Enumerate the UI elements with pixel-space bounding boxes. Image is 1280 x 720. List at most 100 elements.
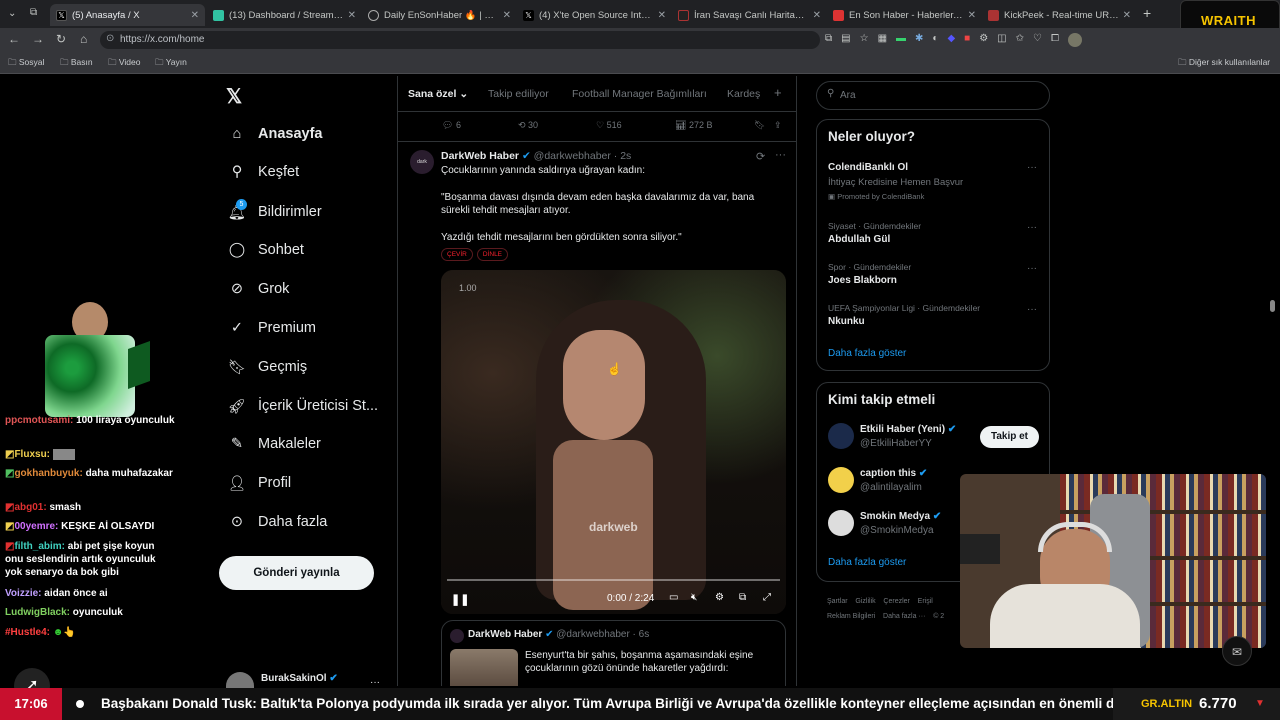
tab-kardes[interactable]: Kardeş bbox=[727, 88, 760, 100]
reload-icon[interactable]: ↻ bbox=[56, 32, 66, 46]
workspaces-icon[interactable]: ⧉ bbox=[30, 7, 37, 18]
account-menu-icon[interactable]: ··· bbox=[370, 677, 380, 688]
author-handle[interactable]: @darkwebhaber · 2s bbox=[534, 150, 632, 162]
repost-button[interactable]: ⟲ 30 bbox=[518, 120, 538, 131]
more-icon[interactable]: ··· bbox=[1027, 162, 1037, 173]
nav-articles[interactable]: ✎ Makaleler bbox=[228, 429, 321, 459]
author-avatar[interactable]: dark bbox=[410, 150, 434, 174]
trends-show-more[interactable]: Daha fazla göster bbox=[828, 348, 906, 359]
grid-extension-icon[interactable]: ▦ bbox=[878, 33, 887, 47]
captions-icon[interactable]: ▭ bbox=[669, 592, 678, 603]
nav-explore[interactable]: ⚲ Keşfet bbox=[228, 157, 299, 187]
follow-button[interactable]: Takip et bbox=[980, 426, 1039, 448]
reply-button[interactable]: 💬︎ 6 bbox=[442, 120, 461, 131]
x-logo-icon[interactable]: 𝕏 bbox=[226, 84, 242, 109]
follow-name[interactable]: Etkili Haber (Yeni) ✔ bbox=[860, 424, 956, 435]
follow-avatar[interactable] bbox=[828, 467, 854, 493]
bookmark-folder-sosyal[interactable]: 🗀 Sosyal bbox=[8, 57, 44, 71]
tab-osint[interactable]: 𝕏(4) X'te Open Source Intel: "A Sy✕ bbox=[517, 4, 672, 26]
trend-item[interactable]: Abdullah Gül bbox=[828, 234, 890, 245]
back-icon[interactable]: ← bbox=[8, 32, 20, 46]
site-info-icon[interactable]: ⊙ bbox=[106, 33, 114, 44]
translate-tag[interactable]: ÇEVİR bbox=[441, 248, 473, 261]
video-progress-track[interactable] bbox=[447, 579, 780, 581]
performance-icon[interactable]: ♡ bbox=[1033, 33, 1042, 47]
tab-streamlabs[interactable]: (13) Dashboard / Streamlabs ✕ bbox=[207, 4, 362, 26]
green-extension-icon[interactable]: ▬ bbox=[896, 33, 906, 47]
more-icon[interactable]: ··· bbox=[1027, 263, 1037, 274]
pause-icon[interactable]: ❚❚ bbox=[451, 593, 469, 606]
new-tab-icon[interactable]: + bbox=[1143, 5, 1151, 21]
nav-more[interactable]: ⊙ Daha fazla bbox=[228, 507, 327, 537]
more-icon[interactable]: ··· bbox=[1027, 222, 1037, 233]
listen-tag[interactable]: DİNLE bbox=[476, 248, 509, 261]
pip-icon[interactable]: ⧉ bbox=[739, 592, 746, 603]
tab-for-you[interactable]: Sana özel ⌄ bbox=[408, 88, 468, 100]
translate-icon[interactable]: ⧉ bbox=[825, 33, 832, 47]
page-scrollbar[interactable] bbox=[1270, 300, 1275, 312]
tab-menu-icon[interactable]: ⌄ bbox=[8, 8, 16, 19]
close-icon[interactable]: ✕ bbox=[1123, 10, 1131, 21]
extension-icon[interactable]: ■ bbox=[964, 33, 970, 47]
close-icon[interactable]: ✕ bbox=[813, 10, 821, 21]
extension-icon[interactable]: ◆ bbox=[947, 33, 955, 47]
follow-name[interactable]: caption this ✔ bbox=[860, 468, 927, 479]
more-icon[interactable]: ··· bbox=[1027, 304, 1037, 315]
trend-item[interactable]: Joes Blakborn bbox=[828, 275, 897, 286]
views-button[interactable]: 📊︎ 272 B bbox=[675, 120, 712, 131]
url-field[interactable]: ⊙ https://x.com/home bbox=[100, 31, 820, 49]
post-button[interactable]: Gönderi yayınla bbox=[219, 556, 374, 590]
author-name[interactable]: DarkWeb Haber bbox=[441, 150, 519, 162]
tab-football-manager[interactable]: Football Manager Bağımlıları bbox=[572, 88, 707, 100]
reader-icon[interactable]: ▤ bbox=[841, 33, 850, 47]
close-icon[interactable]: ✕ bbox=[968, 10, 976, 21]
nav-bookmarks[interactable]: 🔖︎ Geçmiş bbox=[228, 352, 307, 382]
tab-ensonhaber[interactable]: Daily EnSonHaber 🔥 | Günün En✕ bbox=[362, 4, 517, 26]
nav-grok[interactable]: ⊘ Grok bbox=[228, 274, 290, 304]
follow-name[interactable]: Smokin Medya ✔ bbox=[860, 511, 941, 522]
close-icon[interactable]: ✕ bbox=[658, 10, 666, 21]
follow-avatar[interactable] bbox=[828, 423, 854, 449]
nav-home[interactable]: ⌂ Anasayfa bbox=[228, 119, 323, 149]
follow-avatar[interactable] bbox=[828, 510, 854, 536]
more-icon[interactable]: ··· bbox=[775, 149, 786, 161]
tab-following[interactable]: Takip ediliyor bbox=[488, 88, 549, 100]
nav-profile[interactable]: 👤︎ Profil bbox=[228, 468, 291, 498]
footer-link[interactable]: Daha fazla ··· bbox=[883, 613, 925, 620]
tab-x-home[interactable]: 𝕏 (5) Anasayfa / X ✕ bbox=[50, 4, 205, 26]
bookmark-folder-yayin[interactable]: 🗀 Yayın bbox=[155, 57, 187, 71]
nav-creator-studio[interactable]: 🚀︎ İçerik Üreticisi St... bbox=[228, 391, 378, 421]
grok-analyze-icon[interactable]: ⟳ bbox=[756, 150, 765, 163]
share-icon[interactable]: ⇪ bbox=[774, 120, 782, 131]
footer-link[interactable]: Çerezler bbox=[883, 598, 909, 605]
nav-chat[interactable]: ◯ Sohbet bbox=[228, 235, 304, 265]
quoted-post[interactable]: DarkWeb Haber ✔ @darkwebhaber · 6s Eseny… bbox=[441, 620, 786, 686]
collections-icon[interactable]: ⧠ bbox=[1051, 33, 1059, 47]
trend-item[interactable]: Nkunku bbox=[828, 316, 865, 327]
close-icon[interactable]: ✕ bbox=[503, 10, 511, 21]
tab-kickpeek[interactable]: KickPeek - Real-time URL Crawle✕ bbox=[982, 4, 1137, 26]
nav-premium[interactable]: ✓ Premium bbox=[228, 313, 316, 343]
footer-link[interactable]: Gizlilik bbox=[855, 598, 875, 605]
star-icon[interactable]: ☆ bbox=[860, 33, 869, 47]
messages-icon[interactable]: ✉ bbox=[1222, 636, 1252, 666]
split-view-icon[interactable]: ◫ bbox=[997, 33, 1006, 47]
nav-notifications[interactable]: 🔔︎ 5 Bildirimler bbox=[228, 197, 322, 227]
trend-promoted[interactable]: ColendiBanklı Ol bbox=[828, 162, 908, 173]
account-name[interactable]: BurakSakinOl ✔ bbox=[261, 673, 338, 684]
bookmark-icon[interactable]: 🔖︎ bbox=[754, 120, 765, 131]
footer-link[interactable]: Şartlar bbox=[827, 598, 848, 605]
add-tab-icon[interactable]: + bbox=[774, 85, 782, 100]
settings-icon[interactable]: ⚙ bbox=[715, 592, 724, 603]
extension-icon[interactable]: ◐ bbox=[932, 33, 938, 47]
who-show-more[interactable]: Daha fazla göster bbox=[828, 557, 906, 568]
bookmark-folder-video[interactable]: 🗀 Video bbox=[108, 57, 140, 71]
post-video[interactable]: 1.00 darkweb ☝ ❚❚ 0:00 / 2:24 ▭ 🔇︎ ⚙ ⧉ ⤢ bbox=[441, 270, 786, 614]
profile-avatar[interactable] bbox=[1067, 33, 1082, 47]
account-avatar[interactable] bbox=[226, 672, 254, 688]
tab-en-son-haber[interactable]: En Son Haber - Haberler, Son Da✕ bbox=[827, 4, 982, 26]
like-button[interactable]: ♡ 516 bbox=[596, 120, 622, 131]
tab-iran-map[interactable]: İran Savaşı Canlı Haritası - SakinO✕ bbox=[672, 4, 827, 26]
mute-icon[interactable]: 🔇︎ bbox=[691, 592, 697, 603]
bookmark-folder-other[interactable]: 🗀 Diğer sık kullanılanlar bbox=[1178, 57, 1270, 71]
